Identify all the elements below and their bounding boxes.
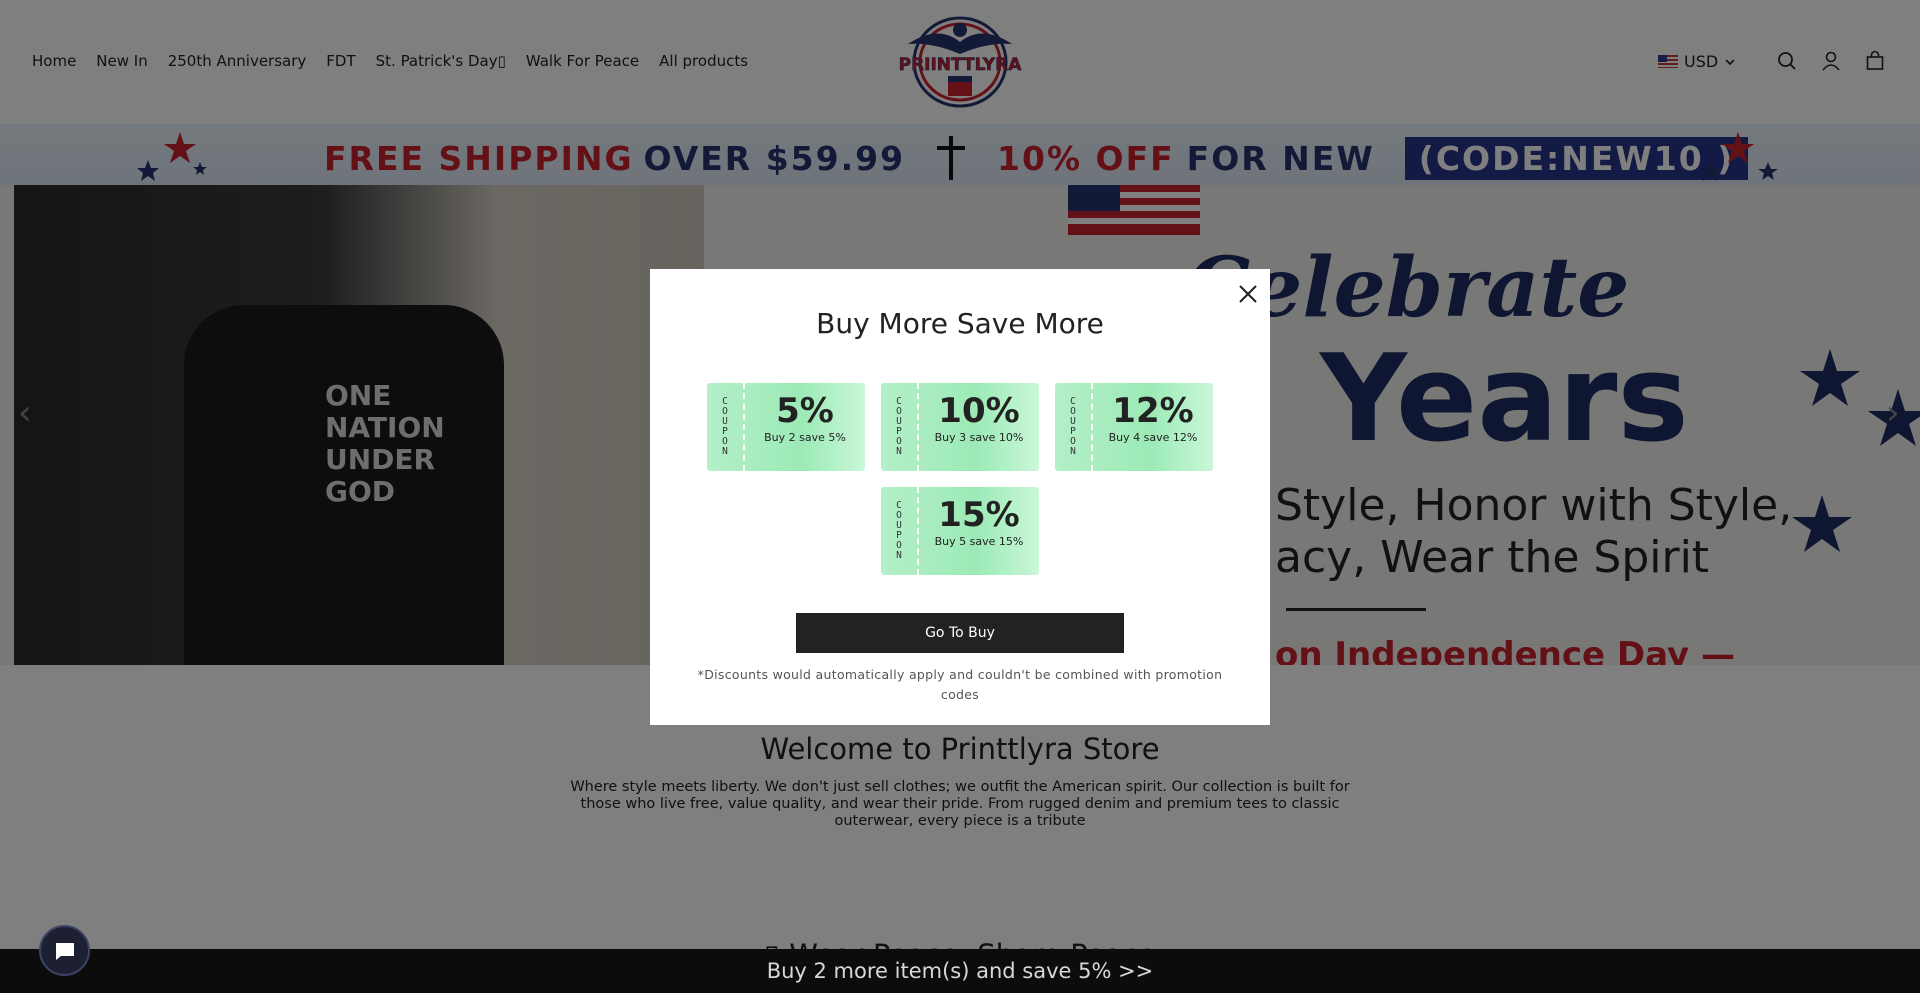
coupon-side-label: COUPON	[1055, 383, 1093, 471]
buy-more-save-more-modal: Buy More Save More COUPON 5% Buy 2 save …	[650, 269, 1270, 725]
coupon-description: Buy 3 save 10%	[934, 431, 1024, 444]
discount-disclaimer: *Discounts would automatically apply and…	[697, 667, 1223, 702]
coupon-side-label: COUPON	[707, 383, 745, 471]
chat-button[interactable]	[39, 925, 90, 976]
coupon-percent: 15%	[938, 495, 1020, 535]
modal-title: Buy More Save More	[816, 307, 1104, 340]
bundle-progress-text: Buy 2 more item(s) and save 5% >>	[766, 959, 1154, 983]
coupon-percent: 10%	[938, 391, 1020, 431]
coupon-side-label: COUPON	[881, 487, 919, 575]
coupon-percent: 5%	[776, 391, 834, 431]
coupon-description: Buy 4 save 12%	[1108, 431, 1198, 444]
close-icon[interactable]	[1236, 282, 1260, 306]
coupon-side-label: COUPON	[881, 383, 919, 471]
chat-icon	[55, 942, 74, 960]
coupon-description: Buy 5 save 15%	[934, 535, 1024, 548]
go-to-buy-button[interactable]: Go To Buy	[796, 613, 1124, 653]
coupon-card[interactable]: COUPON 15% Buy 5 save 15%	[881, 487, 1039, 575]
coupon-description: Buy 2 save 5%	[764, 431, 846, 444]
coupon-card[interactable]: COUPON 5% Buy 2 save 5%	[707, 383, 865, 471]
coupon-percent: 12%	[1112, 391, 1194, 431]
bundle-progress-bar[interactable]: Buy 2 more item(s) and save 5% >>	[0, 949, 1920, 993]
coupon-card[interactable]: COUPON 12% Buy 4 save 12%	[1055, 383, 1213, 471]
coupon-card[interactable]: COUPON 10% Buy 3 save 10%	[881, 383, 1039, 471]
